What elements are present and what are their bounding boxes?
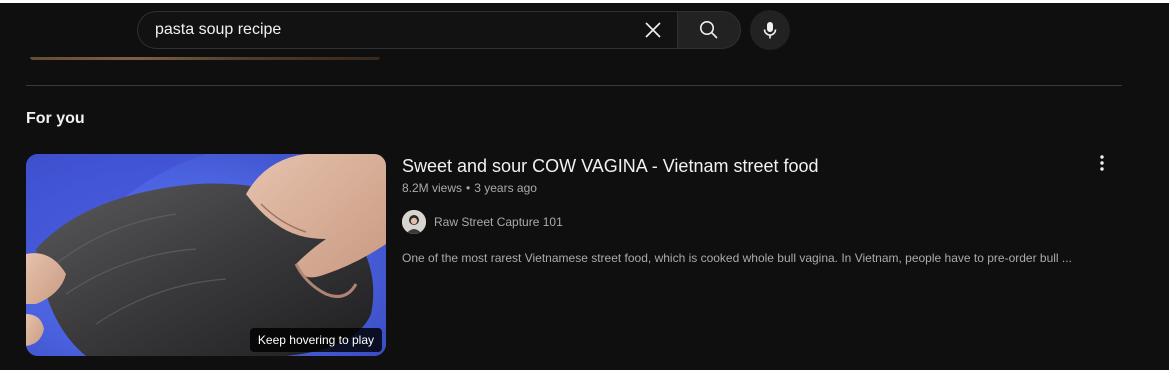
video-title[interactable]: Sweet and sour COW VAGINA - Vietnam stre… (402, 156, 819, 177)
hover-to-play-hint: Keep hovering to play (249, 328, 382, 352)
section-title: For you (26, 110, 85, 127)
search-box[interactable] (137, 11, 677, 49)
search-button[interactable] (677, 11, 741, 49)
window-top-edge (0, 0, 1169, 3)
video-thumbnail[interactable]: Keep hovering to play (26, 154, 386, 356)
clear-search-button[interactable] (635, 12, 671, 48)
voice-search-button[interactable] (750, 10, 790, 50)
view-count: 8.2M views (402, 181, 463, 195)
more-vert-icon (1100, 155, 1104, 171)
section-divider (26, 85, 1122, 86)
channel-name[interactable]: Raw Street Capture 101 (434, 215, 563, 229)
thumbnail-image (26, 154, 386, 356)
avatar-image (402, 210, 426, 234)
upload-age: 3 years ago (474, 181, 537, 195)
meta-separator: • (466, 181, 471, 195)
video-action-menu-button[interactable] (1088, 149, 1116, 177)
youtube-page: For you (0, 0, 1169, 370)
microphone-icon (763, 22, 777, 39)
previous-video-thumbnail-edge[interactable] (30, 57, 380, 60)
search-icon (700, 21, 718, 39)
close-icon (645, 22, 661, 38)
channel-link[interactable]: Raw Street Capture 101 (402, 210, 563, 234)
channel-avatar[interactable] (402, 210, 426, 234)
video-description-snippet: One of the most rarest Vietnamese street… (402, 251, 1072, 265)
search-input[interactable] (138, 12, 635, 48)
video-metadata: 8.2M views • 3 years ago (402, 181, 537, 195)
